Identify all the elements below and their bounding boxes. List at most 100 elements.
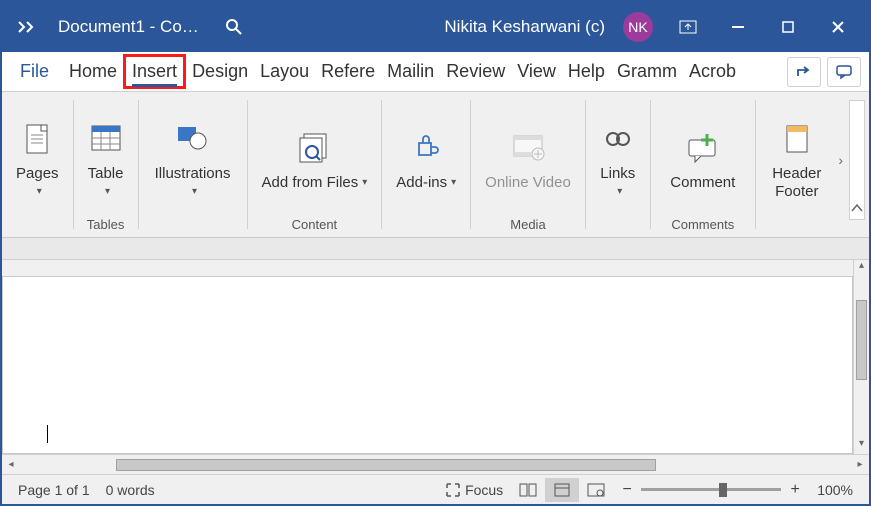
scroll-right-arrow-icon[interactable]: ▸: [851, 459, 869, 470]
horizontal-scrollbar[interactable]: ◂ ▸: [2, 454, 869, 474]
table-button[interactable]: Table▾: [78, 111, 134, 204]
tab-references[interactable]: Refere: [315, 55, 381, 88]
tab-design[interactable]: Design: [186, 55, 254, 88]
text-cursor: [47, 425, 48, 443]
header-footer-label: Header Footer: [770, 165, 824, 200]
online-video-label: Online Video: [485, 174, 571, 191]
focus-label: Focus: [465, 482, 503, 498]
zoom-in-button[interactable]: +: [787, 481, 803, 499]
comment-icon: [683, 124, 723, 172]
zoom-control: − + 100%: [619, 481, 861, 499]
read-mode-button[interactable]: [511, 478, 545, 502]
header-footer-button[interactable]: Header Footer: [760, 111, 834, 204]
pages-icon: [21, 115, 53, 163]
group-header-footer: Header Footer: [756, 92, 838, 237]
scroll-up-arrow-icon[interactable]: ▴: [859, 260, 864, 276]
document-page[interactable]: [2, 276, 853, 454]
page-viewport: ▴ ▾: [2, 260, 869, 454]
add-from-files-label: Add from Files: [262, 174, 359, 191]
user-avatar[interactable]: NK: [623, 12, 653, 42]
share-button[interactable]: [787, 57, 821, 87]
read-mode-icon: [518, 482, 538, 498]
scroll-left-arrow-icon[interactable]: ◂: [2, 459, 20, 470]
tab-home[interactable]: Home: [63, 55, 123, 88]
zoom-slider-knob[interactable]: [719, 483, 727, 497]
illustrations-label: Illustrations: [155, 165, 231, 182]
tab-layout[interactable]: Layou: [254, 55, 315, 88]
online-video-button: Online Video: [475, 120, 581, 195]
hscroll-thumb[interactable]: [116, 459, 656, 471]
tab-mailings[interactable]: Mailin: [381, 55, 440, 88]
comments-pane-button[interactable]: [827, 57, 861, 87]
ribbon-scroll-right[interactable]: ›: [838, 152, 843, 168]
horizontal-ruler[interactable]: [2, 238, 869, 260]
zoom-slider[interactable]: [641, 488, 781, 491]
tab-help[interactable]: Help: [562, 55, 611, 88]
title-bar: Document1 - Co… Nikita Kesharwani (c) NK: [2, 2, 869, 52]
pages-label: Pages: [16, 165, 59, 182]
group-pages: Pages▾: [2, 92, 73, 237]
addins-label: Add-ins: [396, 174, 447, 191]
comment-label: Comment: [670, 174, 735, 191]
focus-mode-button[interactable]: Focus: [437, 482, 511, 498]
content-group-label: Content: [248, 217, 382, 237]
tables-group-label: Tables: [74, 217, 138, 237]
group-addins: Add-ins▾: [382, 92, 470, 237]
collapse-ribbon-button[interactable]: [849, 100, 865, 220]
group-comments: Comment Comments: [651, 92, 755, 237]
illustrations-button[interactable]: Illustrations▾: [143, 111, 243, 204]
links-label: Links: [600, 165, 635, 182]
header-footer-icon: [782, 115, 812, 163]
zoom-level-label[interactable]: 100%: [809, 482, 861, 498]
vertical-scrollbar[interactable]: ▴ ▾: [853, 260, 869, 454]
addins-button[interactable]: Add-ins▾: [386, 120, 466, 195]
online-video-icon: [510, 124, 546, 172]
tab-review[interactable]: Review: [440, 55, 511, 88]
status-bar: Page 1 of 1 0 words Focus − + 100%: [2, 474, 869, 504]
group-tables: Table▾ Tables: [74, 92, 138, 237]
focus-icon: [445, 482, 461, 498]
add-from-files-button[interactable]: Add from Files▾: [252, 120, 378, 195]
ribbon-display-options-icon[interactable]: [663, 3, 713, 51]
close-button[interactable]: [813, 3, 863, 51]
document-area: ▴ ▾ ◂ ▸: [2, 238, 869, 474]
links-button[interactable]: Links▾: [590, 111, 646, 204]
illustrations-icon: [174, 115, 212, 163]
print-layout-icon: [552, 482, 572, 498]
vscroll-thumb[interactable]: [856, 300, 867, 380]
quick-access-more-icon[interactable]: [8, 21, 46, 33]
add-from-files-icon: [294, 124, 334, 172]
document-title: Document1 - Co…: [46, 17, 211, 37]
zoom-out-button[interactable]: −: [619, 481, 635, 499]
web-layout-icon: [586, 482, 606, 498]
table-icon: [88, 115, 124, 163]
search-icon[interactable]: [211, 18, 257, 36]
page-number-status[interactable]: Page 1 of 1: [10, 482, 98, 498]
hscroll-track[interactable]: [20, 459, 851, 471]
addins-icon: [411, 124, 441, 172]
user-name-label[interactable]: Nikita Kesharwani (c): [444, 17, 613, 37]
ribbon-insert: Pages▾ Table▾ Tables Illustrations▾: [2, 92, 869, 238]
tab-acrobat[interactable]: Acrob: [683, 55, 742, 88]
pages-button[interactable]: Pages▾: [6, 111, 69, 204]
tab-insert[interactable]: Insert: [123, 54, 186, 89]
tab-file[interactable]: File: [10, 55, 63, 88]
tab-grammarly[interactable]: Gramm: [611, 55, 683, 88]
minimize-button[interactable]: [713, 3, 763, 51]
comment-button[interactable]: Comment: [655, 120, 751, 195]
web-layout-button[interactable]: [579, 478, 613, 502]
comments-group-label: Comments: [651, 217, 755, 237]
print-layout-button[interactable]: [545, 478, 579, 502]
ribbon-tabs: File Home Insert Design Layou Refere Mai…: [2, 52, 869, 92]
group-media: Online Video Media: [471, 92, 585, 237]
word-count-status[interactable]: 0 words: [98, 482, 163, 498]
group-links: Links▾: [586, 92, 650, 237]
scroll-down-arrow-icon[interactable]: ▾: [859, 438, 864, 454]
vscroll-track[interactable]: [854, 276, 869, 438]
maximize-button[interactable]: [763, 3, 813, 51]
group-content: Add from Files▾ Content: [248, 92, 382, 237]
table-label: Table: [88, 165, 124, 182]
group-illustrations: Illustrations▾: [139, 92, 247, 237]
links-icon: [601, 115, 635, 163]
tab-view[interactable]: View: [511, 55, 562, 88]
